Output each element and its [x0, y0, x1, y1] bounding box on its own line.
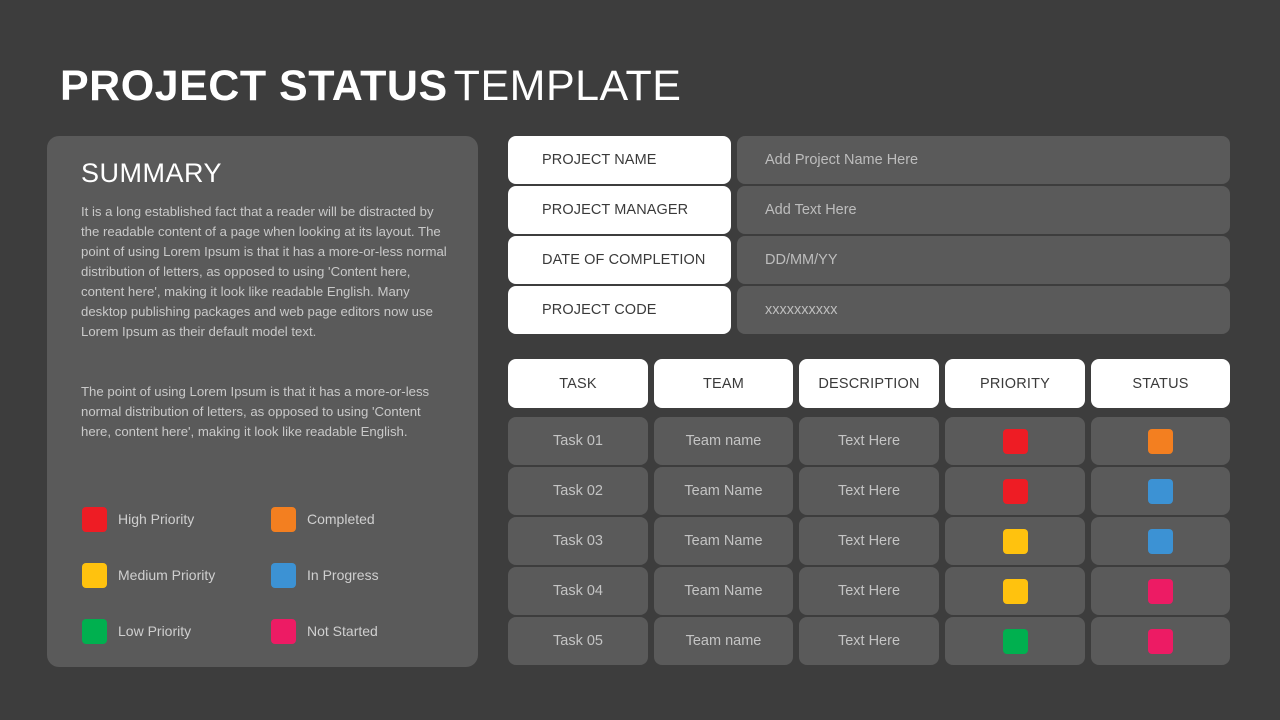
legend-item-completed: Completed	[271, 506, 375, 532]
column-header-description: DESCRIPTION	[799, 359, 939, 408]
value-text: xxxxxxxxxx	[765, 302, 838, 318]
status-indicator-icon	[1148, 478, 1173, 504]
legend-item-medium-priority: Medium Priority	[82, 562, 215, 588]
project-name-field[interactable]: Add Project Name Here	[737, 136, 1230, 184]
description-cell[interactable]: Text Here	[799, 517, 939, 565]
priority-indicator-icon	[1002, 478, 1028, 504]
in-progress-swatch-icon	[271, 562, 296, 588]
summary-panel: SUMMARY It is a long established fact th…	[47, 136, 478, 667]
status-indicator-icon	[1148, 628, 1173, 654]
page-title: PROJECT STATUS TEMPLATE	[60, 60, 681, 112]
label-text: PROJECT MANAGER	[542, 202, 689, 218]
project-manager-field[interactable]: Add Text Here	[737, 186, 1230, 234]
legend-item-in-progress: In Progress	[271, 562, 379, 588]
status-cell[interactable]	[1091, 617, 1230, 665]
status-cell[interactable]	[1091, 467, 1230, 515]
label-text: PROJECT NAME	[542, 152, 657, 168]
legend-item-not-started: Not Started	[271, 618, 378, 644]
description-cell[interactable]: Text Here	[799, 617, 939, 665]
team-cell[interactable]: Team name	[654, 617, 793, 665]
project-code-label: PROJECT CODE	[508, 286, 731, 334]
legend-label: Completed	[307, 511, 375, 527]
page-title-light: TEMPLATE	[453, 62, 682, 110]
description-cell[interactable]: Text Here	[799, 417, 939, 465]
legend-label: In Progress	[307, 567, 379, 583]
legend-label: Not Started	[307, 623, 378, 639]
column-header-priority: PRIORITY	[945, 359, 1085, 408]
column-header-task: TASK	[508, 359, 648, 408]
task-cell[interactable]: Task 02	[508, 467, 648, 515]
priority-cell[interactable]	[945, 417, 1085, 465]
legend-item-high-priority: High Priority	[82, 506, 194, 532]
status-indicator-icon	[1148, 578, 1173, 604]
legend-label: High Priority	[118, 511, 195, 527]
priority-indicator-icon	[1002, 578, 1028, 604]
status-cell[interactable]	[1091, 517, 1230, 565]
team-cell[interactable]: Team Name	[654, 467, 793, 515]
description-cell[interactable]: Text Here	[799, 467, 939, 515]
column-header-status: STATUS	[1091, 359, 1230, 408]
task-cell[interactable]: Task 05	[508, 617, 648, 665]
medium-priority-swatch-icon	[82, 562, 107, 588]
summary-heading: SUMMARY	[81, 158, 223, 188]
status-indicator-icon	[1148, 428, 1173, 454]
legend-label: Medium Priority	[118, 567, 216, 583]
legend-item-low-priority: Low Priority	[82, 618, 191, 644]
high-priority-swatch-icon	[82, 506, 107, 532]
value-text: DD/MM/YY	[765, 252, 838, 268]
team-cell[interactable]: Team Name	[654, 517, 793, 565]
task-cell[interactable]: Task 03	[508, 517, 648, 565]
column-header-team: TEAM	[654, 359, 793, 408]
priority-cell[interactable]	[945, 567, 1085, 615]
description-cell[interactable]: Text Here	[799, 567, 939, 615]
summary-paragraph-1: It is a long established fact that a rea…	[81, 204, 447, 339]
project-name-label: PROJECT NAME	[508, 136, 731, 184]
priority-cell[interactable]	[945, 617, 1085, 665]
team-cell[interactable]: Team name	[654, 417, 793, 465]
project-manager-label: PROJECT MANAGER	[508, 186, 731, 234]
status-indicator-icon	[1148, 528, 1173, 554]
project-code-field[interactable]: xxxxxxxxxx	[737, 286, 1230, 334]
page-title-bold: PROJECT STATUS	[60, 62, 448, 110]
team-cell[interactable]: Team Name	[654, 567, 793, 615]
priority-cell[interactable]	[945, 517, 1085, 565]
value-text: Add Project Name Here	[765, 152, 919, 168]
priority-cell[interactable]	[945, 467, 1085, 515]
priority-indicator-icon	[1002, 528, 1028, 554]
status-cell[interactable]	[1091, 417, 1230, 465]
priority-indicator-icon	[1002, 628, 1028, 654]
label-text: PROJECT CODE	[542, 302, 657, 318]
task-cell[interactable]: Task 01	[508, 417, 648, 465]
completed-swatch-icon	[271, 506, 296, 532]
label-text: DATE OF COMPLETION	[542, 252, 706, 268]
not-started-swatch-icon	[271, 618, 296, 644]
date-of-completion-label: DATE OF COMPLETION	[508, 236, 731, 284]
value-text: Add Text Here	[765, 202, 857, 218]
date-of-completion-field[interactable]: DD/MM/YY	[737, 236, 1230, 284]
status-cell[interactable]	[1091, 567, 1230, 615]
priority-indicator-icon	[1002, 428, 1028, 454]
task-cell[interactable]: Task 04	[508, 567, 648, 615]
summary-paragraph-2: The point of using Lorem Ipsum is that i…	[81, 384, 430, 439]
low-priority-swatch-icon	[82, 618, 107, 644]
legend-label: Low Priority	[118, 623, 192, 639]
